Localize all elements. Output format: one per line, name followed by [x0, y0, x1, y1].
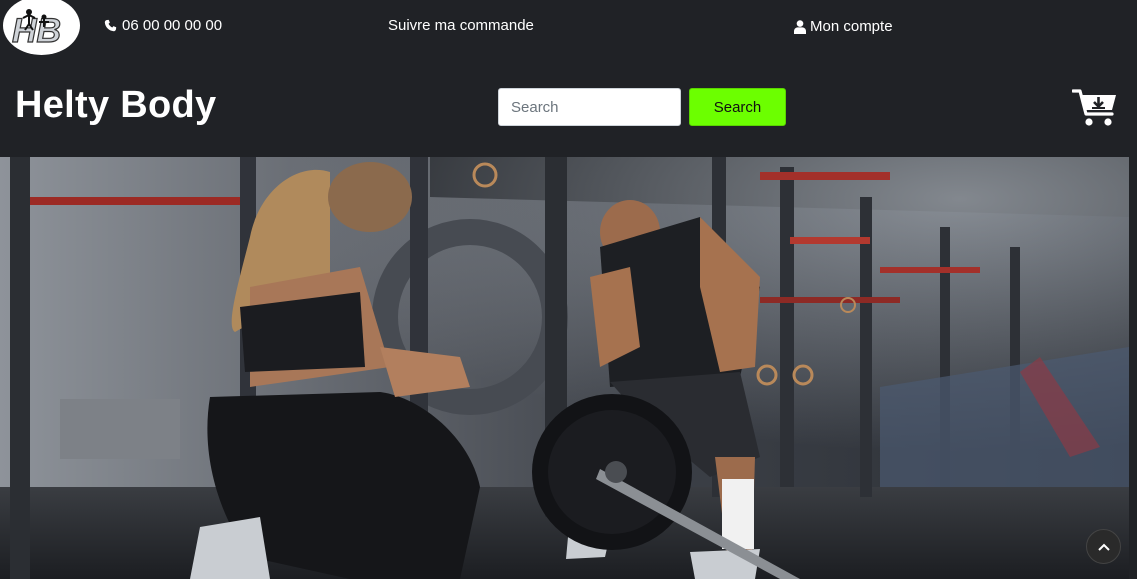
user-icon	[794, 19, 806, 34]
search-input[interactable]	[498, 88, 681, 126]
scroll-to-top-button[interactable]	[1086, 529, 1121, 564]
chevron-up-icon	[1097, 543, 1110, 551]
phone-icon	[104, 19, 117, 32]
brand-title[interactable]: Helty Body	[15, 84, 216, 127]
search-button[interactable]: Search	[689, 88, 786, 126]
my-account-link[interactable]: Mon compte	[794, 18, 893, 35]
cart-download-icon	[1071, 89, 1116, 126]
cart-button[interactable]	[1071, 88, 1118, 128]
top-bar: HB 06 00 00 00 00 Suivre ma commande Mon…	[0, 0, 1137, 55]
helty-body-logo[interactable]: HB	[3, 0, 80, 55]
svg-text:HB: HB	[12, 12, 61, 50]
hero-banner	[0, 157, 1129, 579]
my-account-label: Mon compte	[810, 18, 893, 35]
phone-contact[interactable]: 06 00 00 00 00	[104, 17, 222, 34]
gym-couple-deadlift-photo	[0, 157, 1129, 579]
track-order-link[interactable]: Suivre ma commande	[388, 17, 534, 34]
phone-number: 06 00 00 00 00	[122, 17, 223, 34]
